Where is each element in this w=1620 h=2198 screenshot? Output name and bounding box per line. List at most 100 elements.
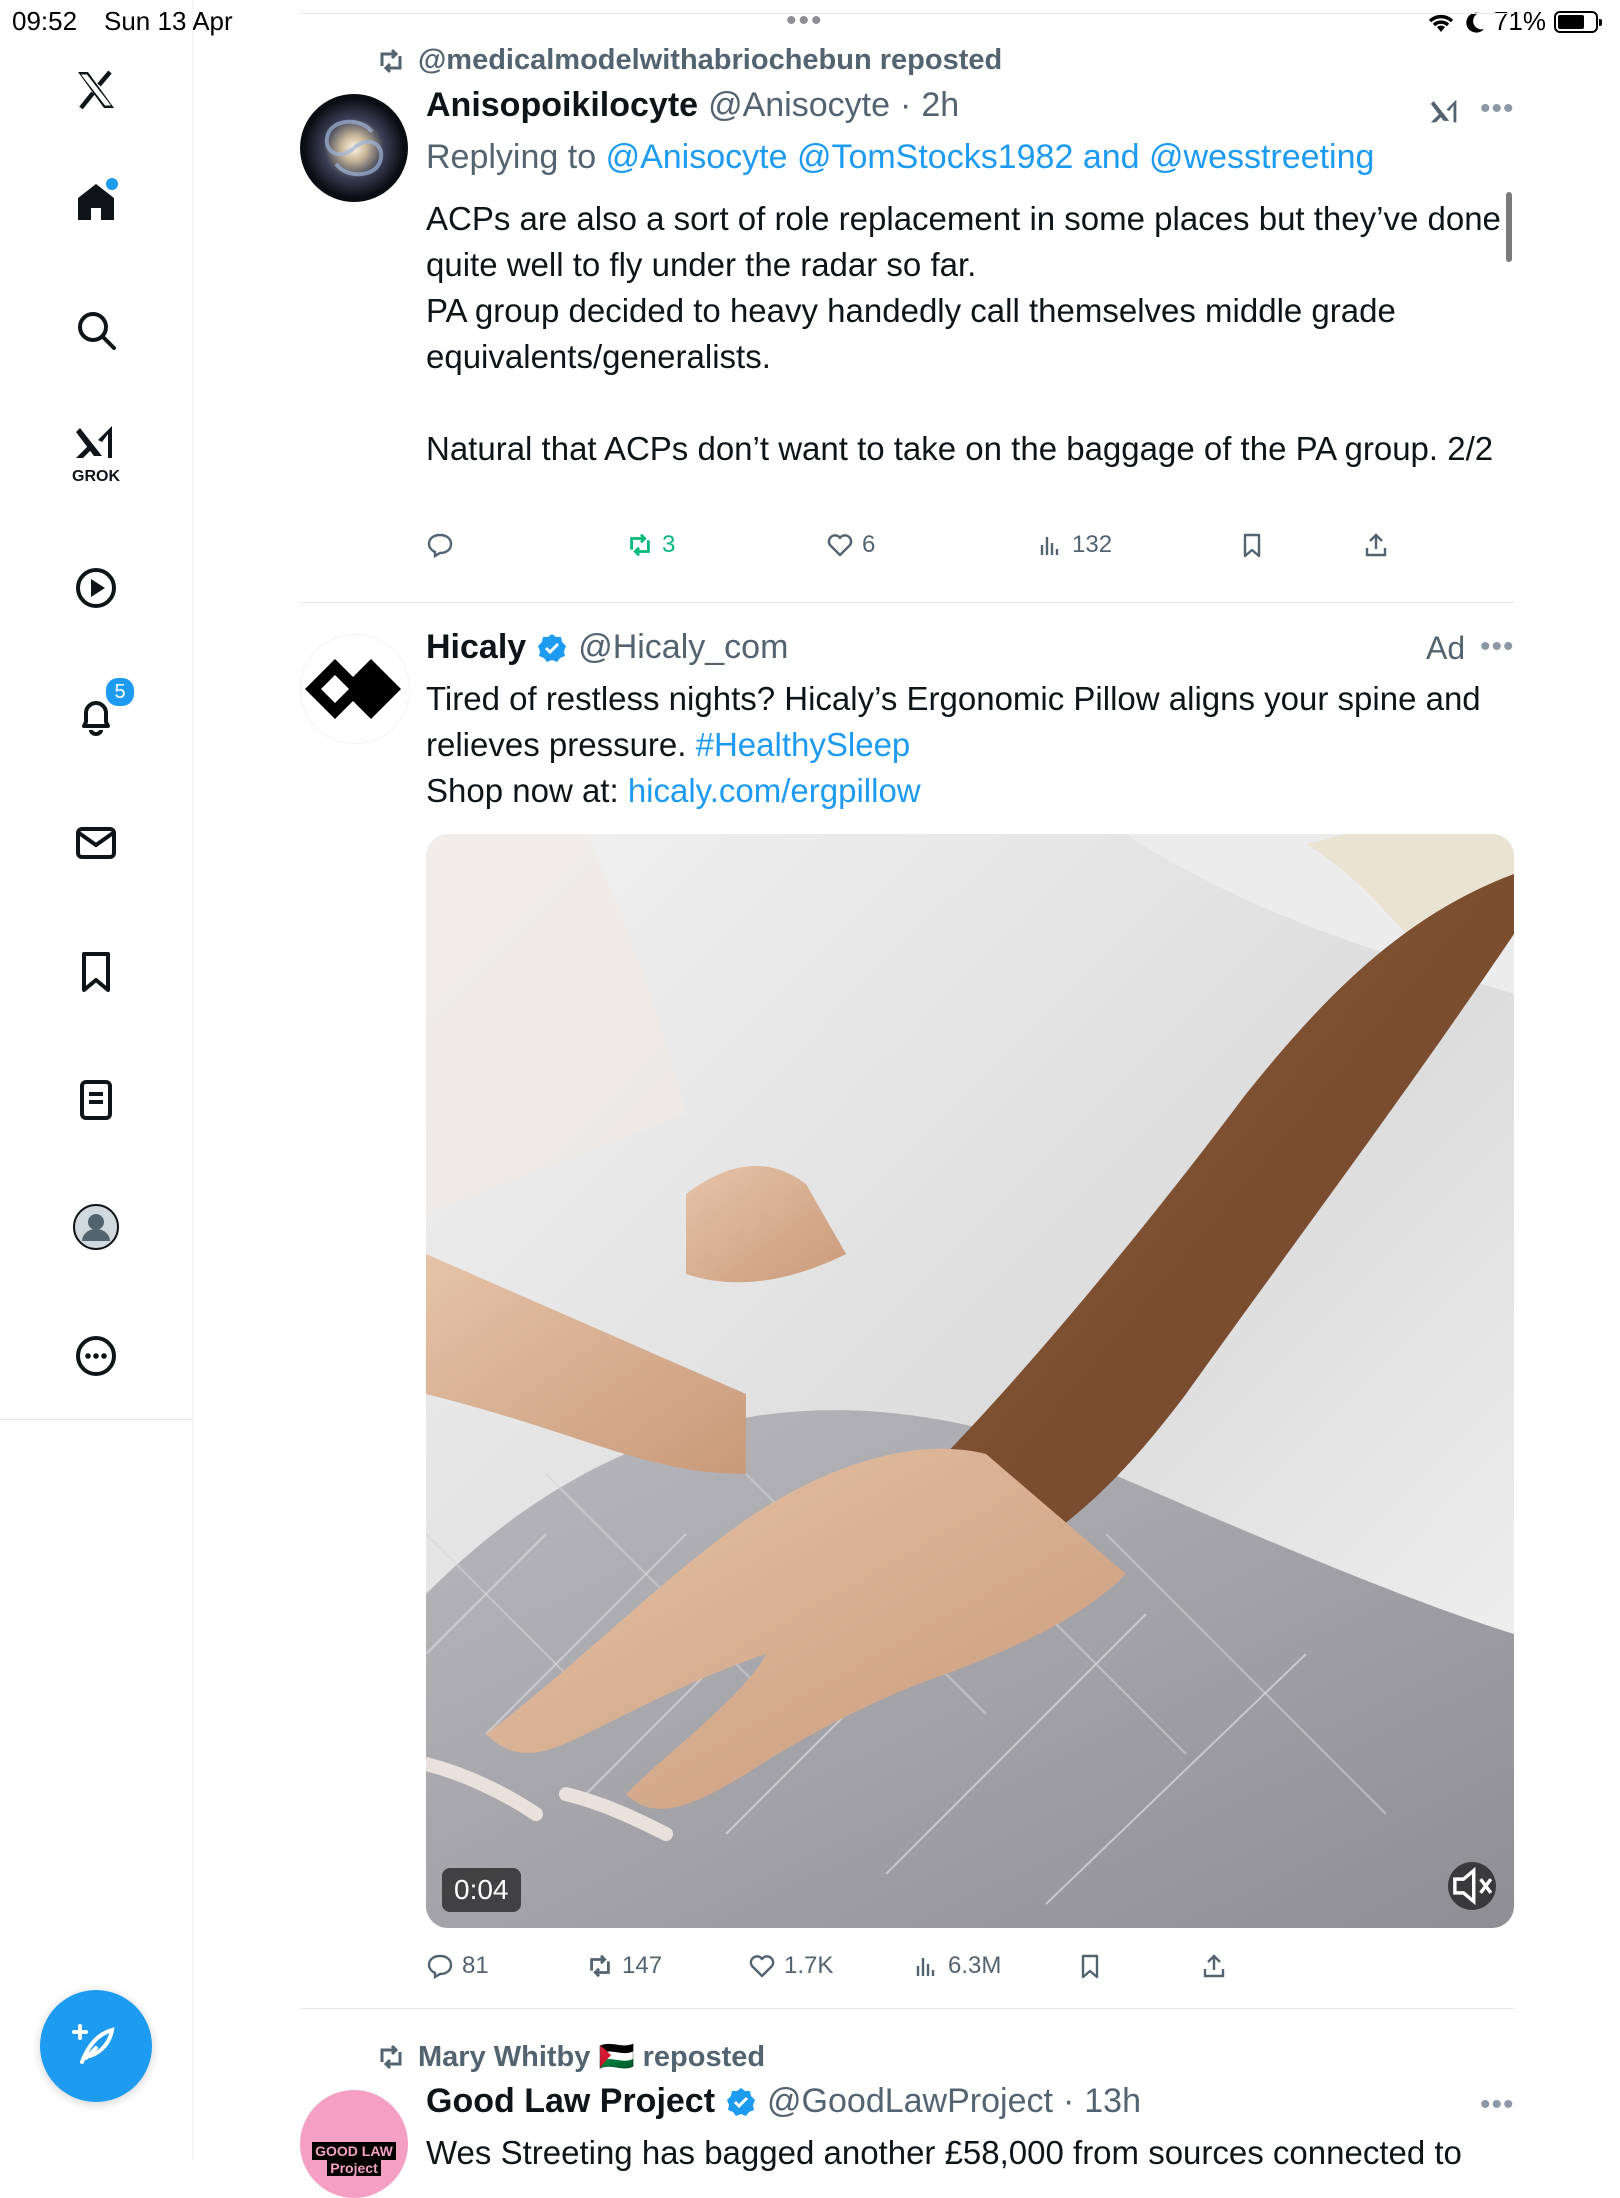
repost-count: 3: [662, 531, 676, 558]
video-thumbnail-image: [426, 834, 1514, 1928]
share-icon: [1203, 1954, 1225, 1978]
envelope-icon: [76, 827, 116, 859]
repost-context-text: Mary Whitby 🇵🇸 reposted: [418, 2041, 766, 2073]
views-count: 6.3M: [948, 1952, 1002, 1979]
post-text-line: ACPs are also a sort of role replacement…: [426, 200, 1501, 283]
author-name[interactable]: Anisopoikilocyte: [426, 86, 698, 125]
heart-icon: [827, 534, 853, 557]
sidebar-item-search[interactable]: [56, 290, 136, 370]
bookmark-button[interactable]: [1238, 531, 1266, 559]
post-time[interactable]: 13h: [1084, 2082, 1141, 2121]
battery-icon: [1554, 10, 1602, 33]
reply-button[interactable]: 81: [426, 1952, 489, 1980]
shop-link[interactable]: hicaly.com/ergpillow: [628, 772, 921, 809]
author-handle[interactable]: @GoodLawProject: [767, 2082, 1053, 2121]
share-icon: [1365, 533, 1387, 557]
video-player[interactable]: 0:04: [426, 834, 1514, 1928]
notifications-badge: 5: [104, 676, 136, 708]
video-timestamp: 0:04: [442, 1868, 521, 1912]
author-name[interactable]: Hicaly: [426, 628, 526, 667]
sidebar: GROK 5: [0, 0, 193, 2160]
repost-button[interactable]: 147: [586, 1952, 662, 1980]
bookmark-button[interactable]: [1076, 1952, 1104, 1980]
post-text: ACPs are also a sort of role replacement…: [426, 196, 1516, 472]
compose-button[interactable]: [40, 1990, 152, 2102]
reply-button[interactable]: [426, 531, 454, 559]
speaker-muted-icon: [1453, 1866, 1493, 1906]
post-time[interactable]: 2h: [921, 86, 959, 125]
sidebar-item-messages[interactable]: [56, 803, 136, 883]
views-button[interactable]: 6.3M: [912, 1952, 1001, 1980]
bookmark-icon: [82, 952, 110, 992]
grok-icon: [76, 426, 112, 458]
mention-link[interactable]: @TomStocks1982: [797, 138, 1073, 176]
post-actions: 3 6 132: [426, 531, 1516, 571]
avatar-logo-text: Project: [327, 2160, 381, 2176]
heart-icon: [749, 1955, 775, 1978]
reply-icon: [427, 533, 453, 559]
sidebar-item-grok[interactable]: GROK: [56, 412, 136, 492]
more-options-icon[interactable]: •••: [1480, 2088, 1515, 2122]
dot-separator: ·: [1062, 2082, 1075, 2120]
others-link[interactable]: and: [1083, 138, 1140, 176]
list-icon: [80, 1080, 112, 1120]
sidebar-divider: [0, 1419, 192, 1420]
hashtag-link[interactable]: #HealthySleep: [696, 726, 911, 763]
bookmark-icon: [1243, 533, 1261, 558]
x-logo-icon[interactable]: [56, 50, 136, 130]
repost-icon: [380, 48, 402, 73]
verified-badge-icon: [727, 2087, 756, 2116]
share-button[interactable]: [1362, 531, 1390, 559]
like-button[interactable]: 6: [826, 531, 875, 559]
grok-label: GROK: [72, 468, 120, 485]
author-handle[interactable]: @Anisocyte: [708, 86, 890, 125]
sidebar-item-notifications[interactable]: 5: [56, 676, 136, 756]
more-options-icon[interactable]: •••: [1480, 630, 1515, 664]
grok-icon[interactable]: [1428, 94, 1462, 128]
timeline-feed: @medicalmodelwithabriochebun reposted An…: [300, 0, 1516, 2198]
mention-link[interactable]: @wesstreeting: [1149, 138, 1374, 176]
sidebar-item-lists[interactable]: [56, 1060, 136, 1140]
search-icon: [78, 312, 116, 350]
galaxy-avatar-image: [300, 94, 408, 202]
post-header: Anisopoikilocyte @Anisocyte · 2h: [426, 86, 959, 125]
post-text-line: Tired of restless nights? Hicaly’s Ergon…: [426, 680, 1481, 763]
compose-feather-icon: [72, 2024, 115, 2064]
share-button[interactable]: [1200, 1952, 1228, 1980]
sidebar-item-bookmarks[interactable]: [56, 932, 136, 1012]
post-header: Hicaly @Hicaly_com: [426, 628, 788, 667]
views-bar-icon: [916, 1958, 935, 1976]
feed-top-divider: [300, 13, 1514, 14]
reply-icon: [427, 1954, 453, 1980]
post-text-line: Natural that ACPs don’t want to take on …: [426, 430, 1494, 467]
bookmark-icon: [1081, 1954, 1099, 1979]
mute-button[interactable]: [1448, 1862, 1496, 1910]
avatar[interactable]: [300, 94, 408, 202]
author-name[interactable]: Good Law Project: [426, 2082, 715, 2121]
repost-icon: [380, 2044, 402, 2070]
repost-icon: [630, 533, 650, 557]
avatar[interactable]: GOOD LAW Project: [300, 2090, 408, 2198]
avatar-logo-text: GOOD LAW: [312, 2142, 396, 2160]
sidebar-item-videos[interactable]: [56, 548, 136, 628]
more-circle-icon: [76, 1336, 116, 1376]
home-new-dot: [106, 178, 118, 190]
like-count: 1.7K: [784, 1952, 834, 1979]
repost-context: Mary Whitby 🇵🇸 reposted: [376, 2040, 765, 2074]
ad-label: Ad: [1426, 630, 1466, 666]
sidebar-item-more[interactable]: [56, 1316, 136, 1396]
views-button[interactable]: 132: [1036, 531, 1112, 559]
repost-context: @medicalmodelwithabriochebun reposted: [376, 44, 1002, 77]
sidebar-item-home[interactable]: [56, 162, 136, 242]
post-text: Wes Streeting has bagged another £58,000…: [426, 2130, 1516, 2176]
like-button[interactable]: 1.7K: [748, 1952, 833, 1980]
avatar[interactable]: [300, 634, 410, 744]
more-options-icon[interactable]: •••: [1480, 92, 1515, 126]
author-handle[interactable]: @Hicaly_com: [578, 628, 788, 667]
repost-button[interactable]: 3: [626, 531, 675, 559]
sidebar-item-profile[interactable]: [56, 1187, 136, 1267]
dot-separator: ·: [899, 86, 912, 124]
repost-icon: [590, 1954, 610, 1978]
post-text-line: PA group decided to heavy handedly call …: [426, 292, 1396, 375]
mention-link[interactable]: @Anisocyte: [606, 138, 788, 176]
